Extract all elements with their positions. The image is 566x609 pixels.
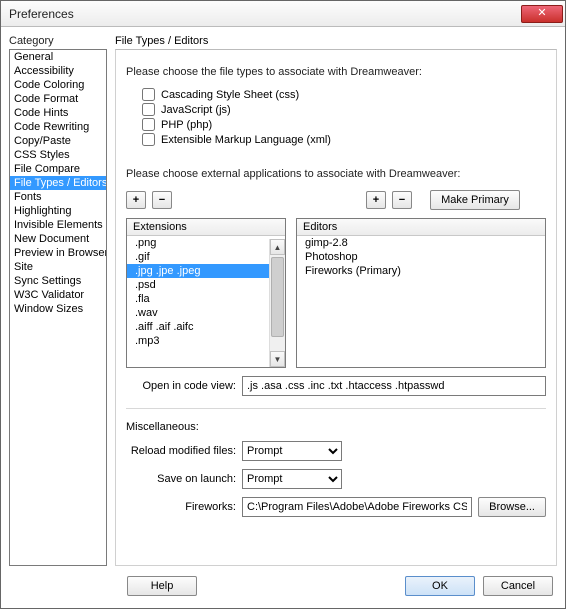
remove-extension-button[interactable]: −	[152, 191, 172, 209]
file-types-prompt: Please choose the file types to associat…	[126, 66, 546, 78]
category-item[interactable]: Invisible Elements	[10, 218, 106, 232]
extension-item[interactable]: .gif	[127, 250, 269, 264]
misc-label: Miscellaneous:	[126, 421, 199, 433]
file-type-row: Extensible Markup Language (xml)	[142, 133, 546, 146]
category-column: Category GeneralAccessibilityCode Colori…	[9, 35, 107, 566]
editor-item[interactable]: Photoshop	[297, 250, 545, 264]
plus-icon: +	[133, 195, 139, 206]
dialog-body: Category GeneralAccessibilityCode Colori…	[1, 27, 565, 574]
open-in-code-view-input[interactable]	[242, 376, 546, 396]
file-type-checkbox[interactable]	[142, 118, 155, 131]
file-type-row: Cascading Style Sheet (css)	[142, 88, 546, 101]
save-on-launch-row: Save on launch: PromptAlwaysNever	[126, 469, 546, 489]
extensions-header: Extensions	[127, 219, 285, 236]
preferences-window: Preferences ✕ Category GeneralAccessibil…	[0, 0, 566, 609]
titlebar: Preferences ✕	[1, 1, 565, 27]
category-item[interactable]: CSS Styles	[10, 148, 106, 162]
add-editor-button[interactable]: +	[366, 191, 386, 209]
editor-item[interactable]: gimp-2.8	[297, 236, 545, 250]
category-item[interactable]: Highlighting	[10, 204, 106, 218]
panel-body: Please choose the file types to associat…	[115, 49, 557, 566]
panel-title: File Types / Editors	[115, 35, 557, 49]
extension-item[interactable]: .psd	[127, 278, 269, 292]
dialog-footer: Help OK Cancel	[1, 574, 565, 608]
add-extension-button[interactable]: +	[126, 191, 146, 209]
scroll-up-icon[interactable]: ▲	[270, 239, 285, 255]
category-item[interactable]: Preview in Browser	[10, 246, 106, 260]
extension-item[interactable]: .png	[127, 236, 269, 250]
fireworks-path-input[interactable]	[242, 497, 472, 517]
editors-header: Editors	[297, 219, 545, 236]
category-item[interactable]: New Document	[10, 232, 106, 246]
scroll-down-icon[interactable]: ▼	[270, 351, 285, 367]
remove-editor-button[interactable]: −	[392, 191, 412, 209]
browse-button[interactable]: Browse...	[478, 497, 546, 517]
reload-label: Reload modified files:	[126, 445, 236, 457]
file-type-checkbox[interactable]	[142, 88, 155, 101]
close-icon: ✕	[537, 7, 546, 19]
fireworks-row: Fireworks: Browse...	[126, 497, 546, 517]
open-in-code-view-row: Open in code view:	[126, 376, 546, 396]
minus-icon: −	[159, 195, 165, 206]
help-button[interactable]: Help	[127, 576, 197, 596]
fireworks-label: Fireworks:	[126, 501, 236, 513]
file-type-label: Cascading Style Sheet (css)	[161, 89, 299, 101]
make-primary-button[interactable]: Make Primary	[430, 190, 520, 210]
extensions-scrollbar[interactable]: ▲ ▼	[269, 239, 285, 367]
extensions-listbox[interactable]: Extensions .png.gif.jpg .jpe .jpeg.psd.f…	[126, 218, 286, 368]
editors-listbox[interactable]: Editors gimp-2.8PhotoshopFireworks (Prim…	[296, 218, 546, 368]
category-item[interactable]: Window Sizes	[10, 302, 106, 316]
category-item[interactable]: File Compare	[10, 162, 106, 176]
lists-row: Extensions .png.gif.jpg .jpe .jpeg.psd.f…	[126, 218, 546, 368]
scroll-thumb[interactable]	[271, 257, 284, 337]
file-type-label: Extensible Markup Language (xml)	[161, 134, 331, 146]
reload-row: Reload modified files: PromptAlwaysNever	[126, 441, 546, 461]
extension-item[interactable]: .mp3	[127, 334, 269, 348]
category-item[interactable]: File Types / Editors	[10, 176, 106, 190]
editor-item[interactable]: Fireworks (Primary)	[297, 264, 545, 278]
file-type-row: JavaScript (js)	[142, 103, 546, 116]
misc-row: Miscellaneous:	[126, 421, 546, 433]
close-button[interactable]: ✕	[521, 5, 563, 23]
file-type-label: PHP (php)	[161, 119, 212, 131]
minus-icon: −	[399, 195, 405, 206]
file-type-checkbox[interactable]	[142, 133, 155, 146]
category-label: Category	[9, 35, 107, 49]
category-item[interactable]: Fonts	[10, 190, 106, 204]
category-item[interactable]: Code Coloring	[10, 78, 106, 92]
ok-button[interactable]: OK	[405, 576, 475, 596]
file-type-label: JavaScript (js)	[161, 104, 231, 116]
file-type-checkbox[interactable]	[142, 103, 155, 116]
file-type-row: PHP (php)	[142, 118, 546, 131]
category-item[interactable]: W3C Validator	[10, 288, 106, 302]
category-item[interactable]: General	[10, 50, 106, 64]
open-in-code-view-label: Open in code view:	[126, 380, 236, 392]
reload-select[interactable]: PromptAlwaysNever	[242, 441, 342, 461]
file-types-group: Cascading Style Sheet (css) JavaScript (j…	[126, 86, 546, 148]
extension-item[interactable]: .aiff .aif .aifc	[127, 320, 269, 334]
save-on-launch-label: Save on launch:	[126, 473, 236, 485]
extension-item[interactable]: .wav	[127, 306, 269, 320]
window-title: Preferences	[9, 7, 521, 21]
category-item[interactable]: Code Rewriting	[10, 120, 106, 134]
extensions-items: .png.gif.jpg .jpe .jpeg.psd.fla.wav.aiff…	[127, 236, 285, 367]
main-panel: File Types / Editors Please choose the f…	[115, 35, 557, 566]
category-list[interactable]: GeneralAccessibilityCode ColoringCode Fo…	[9, 49, 107, 566]
category-item[interactable]: Copy/Paste	[10, 134, 106, 148]
save-on-launch-select[interactable]: PromptAlwaysNever	[242, 469, 342, 489]
category-item[interactable]: Site	[10, 260, 106, 274]
category-item[interactable]: Accessibility	[10, 64, 106, 78]
ext-editor-toolbar: + − + − Make Primary	[126, 190, 546, 210]
separator	[126, 408, 546, 409]
cancel-button[interactable]: Cancel	[483, 576, 553, 596]
external-apps-prompt: Please choose external applications to a…	[126, 168, 546, 180]
category-item[interactable]: Sync Settings	[10, 274, 106, 288]
extension-item[interactable]: .jpg .jpe .jpeg	[127, 264, 269, 278]
extension-item[interactable]: .fla	[127, 292, 269, 306]
plus-icon: +	[373, 195, 379, 206]
editors-items: gimp-2.8PhotoshopFireworks (Primary)	[297, 236, 545, 367]
category-item[interactable]: Code Format	[10, 92, 106, 106]
category-item[interactable]: Code Hints	[10, 106, 106, 120]
